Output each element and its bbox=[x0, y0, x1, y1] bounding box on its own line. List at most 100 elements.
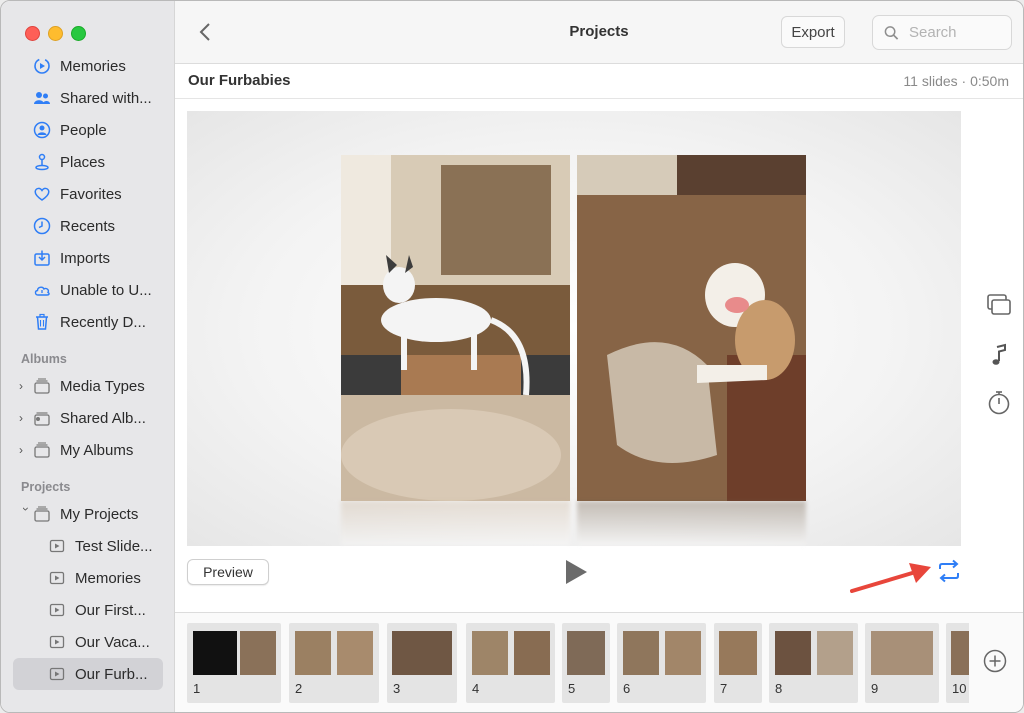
sidebar-item-recents[interactable]: Recents bbox=[1, 210, 174, 242]
sidebar-item-my-albums[interactable]: › My Albums bbox=[1, 434, 174, 466]
sidebar-item-label: Recents bbox=[60, 217, 116, 235]
slideshow-icon bbox=[48, 569, 66, 587]
slide-strip: 1 2 3 4 5 6 7 8 9 10 bbox=[187, 623, 969, 703]
play-button[interactable] bbox=[563, 559, 589, 585]
sidebar-item-label: Imports bbox=[60, 249, 111, 267]
sidebar-item-media-types[interactable]: › Media Types bbox=[1, 370, 174, 402]
slide-thumbnail[interactable]: 1 bbox=[187, 623, 281, 703]
sidebar-item-label: Test Slide... bbox=[75, 537, 153, 555]
sidebar-item-project[interactable]: Our Vaca... bbox=[1, 626, 174, 658]
duration-button[interactable] bbox=[985, 389, 1013, 417]
sidebar-item-people[interactable]: People bbox=[1, 114, 174, 146]
slide-number: 5 bbox=[568, 681, 576, 696]
slide-thumbnail[interactable]: 7 bbox=[714, 623, 762, 703]
play-icon bbox=[566, 560, 587, 584]
search-icon bbox=[884, 25, 899, 40]
project-name: Our Furbabies bbox=[188, 72, 291, 89]
album-stack-icon bbox=[33, 505, 51, 523]
preview-button[interactable]: Preview bbox=[187, 559, 269, 585]
sidebar-item-label: Unable to U... bbox=[60, 281, 152, 299]
slide-thumbnail[interactable]: 4 bbox=[466, 623, 555, 703]
dog-photo-left bbox=[341, 155, 570, 501]
shared-with-you-icon bbox=[33, 89, 51, 107]
slide-thumbnail[interactable]: 10 bbox=[946, 623, 969, 703]
sidebar-item-label: Recently D... bbox=[60, 313, 146, 331]
slide-thumbnail[interactable]: 9 bbox=[865, 623, 939, 703]
repeat-icon bbox=[939, 559, 959, 583]
sidebar-item-label: Our Vaca... bbox=[75, 633, 150, 651]
sidebar-item-recently-deleted[interactable]: Recently D... bbox=[1, 306, 174, 338]
themes-icon bbox=[987, 294, 1011, 315]
album-stack-icon bbox=[33, 377, 51, 395]
sidebar-item-places[interactable]: Places bbox=[1, 146, 174, 178]
sidebar-item-project[interactable]: Our First... bbox=[1, 594, 174, 626]
chevron-right-icon[interactable]: › bbox=[19, 411, 33, 425]
sidebar-item-label: Media Types bbox=[60, 377, 145, 395]
project-meta: 11 slides · 0:50m bbox=[903, 73, 1009, 89]
music-button[interactable] bbox=[985, 341, 1013, 369]
slideshow-viewer[interactable] bbox=[187, 111, 961, 546]
sidebar-item-my-projects[interactable]: › My Projects bbox=[1, 498, 174, 530]
photo-reflection bbox=[341, 501, 570, 546]
heart-icon bbox=[33, 185, 51, 203]
slide-thumbnail[interactable]: 3 bbox=[387, 623, 457, 703]
projects-section-header: Projects bbox=[21, 480, 71, 494]
slide-thumbnail[interactable]: 5 bbox=[562, 623, 610, 703]
import-icon bbox=[33, 249, 51, 267]
sidebar-item-label: People bbox=[60, 121, 107, 139]
sidebar-item-label: Memories bbox=[60, 57, 126, 75]
slide-number: 10 bbox=[952, 681, 967, 696]
sidebar-item-project[interactable]: Memories bbox=[1, 562, 174, 594]
loop-button[interactable] bbox=[936, 558, 962, 584]
slide-number: 9 bbox=[871, 681, 879, 696]
sidebar-item-label: My Projects bbox=[60, 505, 139, 523]
add-slide-button[interactable] bbox=[983, 649, 1007, 673]
slide-number: 1 bbox=[193, 681, 201, 696]
chevron-down-icon[interactable]: › bbox=[19, 507, 33, 521]
slide-number: 6 bbox=[623, 681, 631, 696]
slide-number: 8 bbox=[775, 681, 783, 696]
sidebar-item-label: My Albums bbox=[60, 441, 134, 459]
sidebar-item-project[interactable]: Test Slide... bbox=[1, 530, 174, 562]
close-window-button[interactable] bbox=[25, 26, 40, 41]
sidebar-item-imports[interactable]: Imports bbox=[1, 242, 174, 274]
sidebar-item-label: Favorites bbox=[60, 185, 122, 203]
sidebar-item-shared-with-you[interactable]: Shared with... bbox=[1, 82, 174, 114]
sidebar-item-shared-albums[interactable]: › Shared Alb... bbox=[1, 402, 174, 434]
sidebar-item-memories[interactable]: Memories bbox=[1, 50, 174, 82]
export-button[interactable]: Export bbox=[781, 16, 845, 48]
search-input[interactable] bbox=[907, 23, 1011, 42]
timer-icon bbox=[988, 391, 1010, 415]
albums-section-header: Albums bbox=[21, 352, 67, 366]
slide-number: 2 bbox=[295, 681, 303, 696]
clock-icon bbox=[33, 217, 51, 235]
sidebar-item-favorites[interactable]: Favorites bbox=[1, 178, 174, 210]
zoom-window-button[interactable] bbox=[71, 26, 86, 41]
slide-number: 4 bbox=[472, 681, 480, 696]
sidebar-list: Memories Shared with... People Places Fa… bbox=[1, 50, 174, 690]
sidebar-item-label: Our First... bbox=[75, 601, 146, 619]
slide-thumbnail[interactable]: 6 bbox=[617, 623, 706, 703]
chevron-right-icon[interactable]: › bbox=[19, 379, 33, 393]
window-controls bbox=[25, 26, 86, 41]
places-icon bbox=[33, 153, 51, 171]
sidebar-item-label: Shared Alb... bbox=[60, 409, 146, 427]
toolbar: Projects Export bbox=[175, 1, 1023, 64]
people-icon bbox=[33, 121, 51, 139]
slide-thumbnail[interactable]: 8 bbox=[769, 623, 858, 703]
sidebar-item-label: Places bbox=[60, 153, 106, 171]
chevron-right-icon[interactable]: › bbox=[19, 443, 33, 457]
themes-button[interactable] bbox=[985, 291, 1013, 319]
minimize-window-button[interactable] bbox=[48, 26, 63, 41]
slide-thumbnail[interactable]: 2 bbox=[289, 623, 379, 703]
filmstrip: 1 2 3 4 5 6 7 8 9 10 bbox=[175, 612, 1023, 712]
sidebar-item-project-selected[interactable]: Our Furb... bbox=[13, 658, 163, 690]
trash-icon bbox=[33, 313, 51, 331]
memories-icon bbox=[33, 57, 51, 75]
search-field[interactable] bbox=[872, 15, 1012, 50]
sidebar-item-unable-to-upload[interactable]: Unable to U... bbox=[1, 274, 174, 306]
dog-photo-right bbox=[577, 155, 806, 501]
slide-number: 3 bbox=[393, 681, 401, 696]
slideshow-icon bbox=[48, 633, 66, 651]
music-note-icon bbox=[992, 343, 1006, 365]
